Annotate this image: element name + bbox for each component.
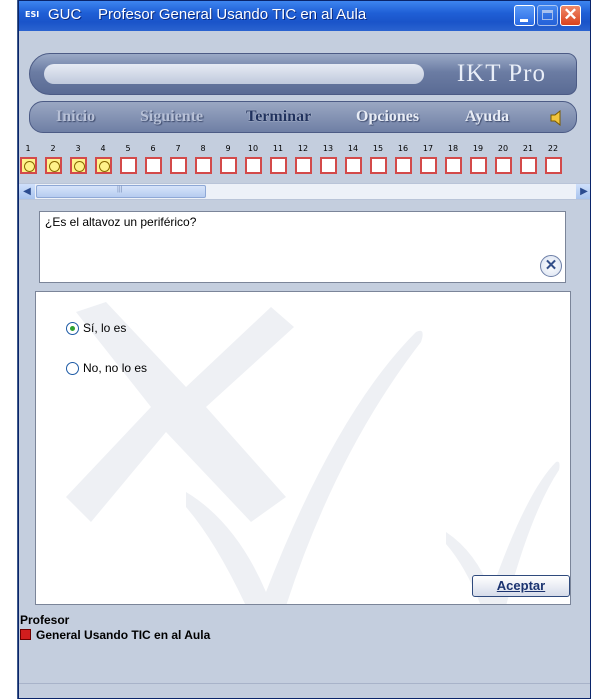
left-panel-edge [0,0,18,699]
header-band: IKT Pro [29,53,577,95]
title-bar[interactable]: ESI GUC Profesor General Usando TIC en a… [19,1,590,31]
app-window: ESI GUC Profesor General Usando TIC en a… [18,0,591,699]
question-number: 2 [50,144,56,153]
question-box[interactable] [270,157,287,174]
question-number: 19 [472,144,484,153]
menu-item-ayuda[interactable]: Ayuda [465,108,509,126]
close-circle-icon[interactable]: ✕ [540,255,562,277]
speaker-icon[interactable] [550,110,564,126]
menu-item-terminar[interactable]: Terminar [246,108,311,126]
horizontal-scrollbar[interactable]: ◀ ||| ▶ [19,183,590,200]
app-icon: ESI [25,10,40,19]
status-role: Profesor [20,613,70,627]
minimize-icon[interactable] [514,5,535,26]
question-box[interactable] [295,157,312,174]
scroll-right-icon[interactable]: ▶ [576,184,590,199]
question-box[interactable] [20,157,37,174]
question-panel: ¿Es el altavoz un periférico? ✕ [39,211,566,283]
bottom-bar [19,683,590,698]
question-number: 21 [522,144,534,153]
question-number: 16 [397,144,409,153]
question-box[interactable] [220,157,237,174]
question-box[interactable] [170,157,187,174]
question-number: 6 [150,144,156,153]
question-number: 18 [447,144,459,153]
question-number: 1 [25,144,31,153]
brand-logo: IKT Pro [456,60,546,87]
question-box[interactable] [470,157,487,174]
menu-item-siguiente[interactable]: Siguiente [140,108,203,126]
question-number: 12 [297,144,309,153]
question-box[interactable] [345,157,362,174]
window-title: GUC Profesor General Usando TIC en al Au… [48,6,367,23]
question-box[interactable] [145,157,162,174]
question-box[interactable] [45,157,62,174]
option-label: Sí, lo es [83,321,127,335]
question-number: 5 [125,144,131,153]
question-boxes [19,157,590,179]
status-square-icon [20,629,31,640]
scroll-left-icon[interactable]: ◀ [19,184,35,199]
question-number: 13 [322,144,334,153]
status-name: General Usando TIC en al Aula [36,628,211,642]
question-box[interactable] [420,157,437,174]
radio-unchecked-icon[interactable] [66,362,79,375]
scroll-thumb[interactable]: ||| [36,185,206,198]
question-box[interactable] [445,157,462,174]
check-cross-watermark [66,302,560,604]
question-box[interactable] [95,157,112,174]
question-box[interactable] [370,157,387,174]
radio-checked-icon[interactable] [66,322,79,335]
question-number: 10 [247,144,259,153]
question-box[interactable] [120,157,137,174]
maximize-icon[interactable] [537,5,558,26]
question-number: 9 [225,144,231,153]
question-number: 8 [200,144,206,153]
question-number: 14 [347,144,359,153]
question-numbers: 1 2 3 4 5 6 7 8 9 10 11 12 13 14 15 16 17 18 19 20 21 22 [19,144,590,154]
question-box[interactable] [70,157,87,174]
question-number: 4 [100,144,106,153]
question-box[interactable] [320,157,337,174]
close-icon[interactable]: ✕ [560,5,581,26]
answers-panel: Sí, lo es No, no lo es [35,291,571,605]
question-box[interactable] [520,157,537,174]
menu-item-opciones[interactable]: Opciones [356,108,419,126]
header-inner-bar [44,64,424,84]
question-number: 11 [272,144,284,153]
question-box[interactable] [245,157,262,174]
question-box[interactable] [495,157,512,174]
question-number: 3 [75,144,81,153]
question-box[interactable] [395,157,412,174]
question-box[interactable] [195,157,212,174]
accept-button[interactable]: Aceptar [472,575,570,597]
question-number: 20 [497,144,509,153]
question-box[interactable] [545,157,562,174]
option-label: No, no lo es [83,361,148,375]
question-number: 22 [547,144,559,153]
question-number: 15 [372,144,384,153]
main-menu: Inicio Siguiente Terminar Opciones Ayuda [29,101,577,133]
question-text: ¿Es el altavoz un periférico? [45,215,197,229]
question-number: 7 [175,144,181,153]
question-number: 17 [422,144,434,153]
menu-item-inicio[interactable]: Inicio [56,108,95,126]
